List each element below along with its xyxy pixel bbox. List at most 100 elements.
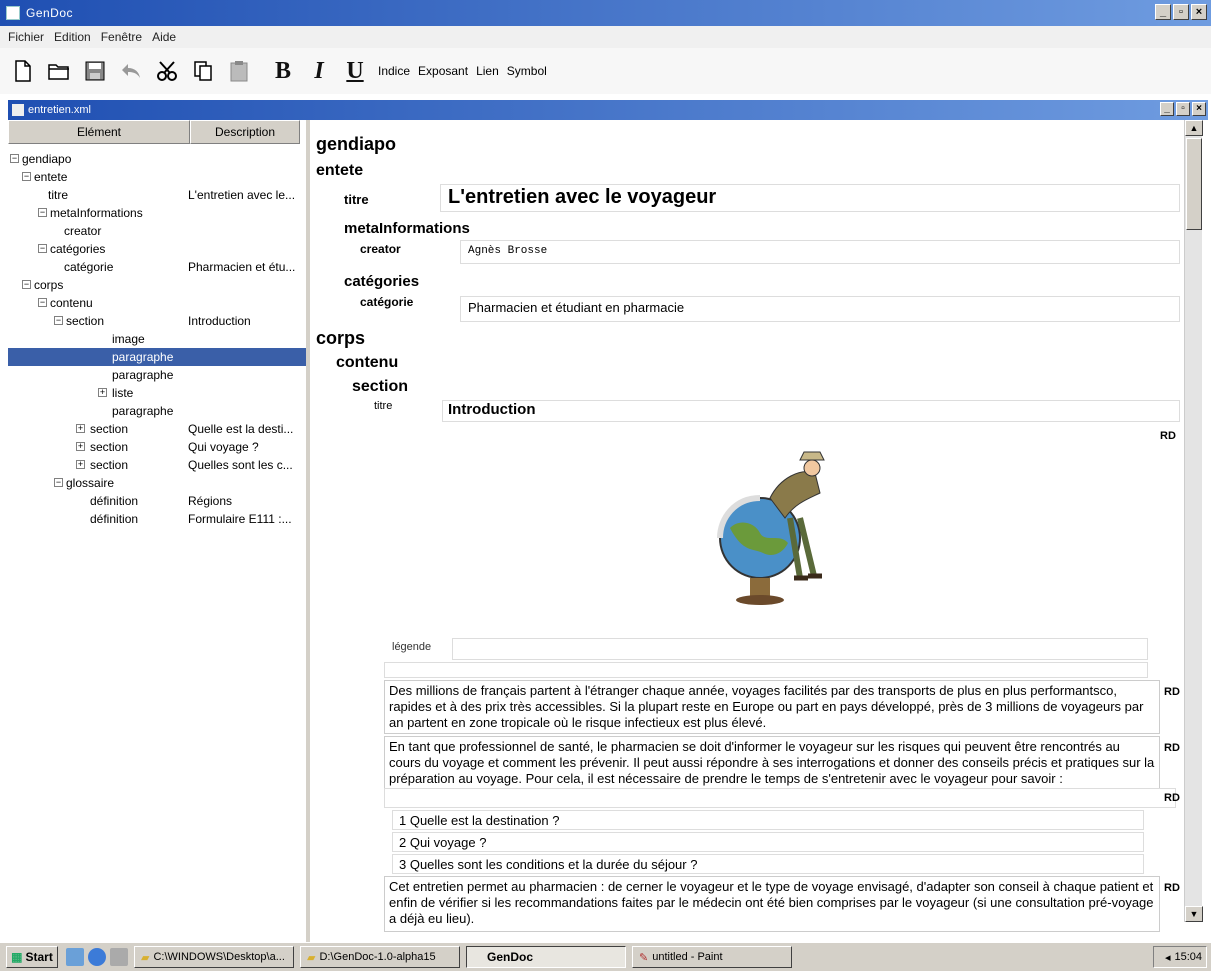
symbol-button[interactable]: Symbol [507, 64, 547, 78]
tree-row[interactable]: − corps [8, 276, 306, 294]
underline-button[interactable]: U [342, 58, 368, 84]
tree-row[interactable]: − contenu [8, 294, 306, 312]
categories-label: catégories [344, 273, 420, 290]
section-titre-value: Introduction [448, 401, 536, 418]
tree-row[interactable]: définition Régions [8, 492, 306, 510]
categorie-value: Pharmacien et étudiant en pharmacie [468, 300, 685, 315]
collapse-toggle[interactable]: − [38, 298, 47, 307]
indice-button[interactable]: Indice [378, 64, 410, 78]
scroll-thumb[interactable] [1186, 138, 1202, 230]
traveler-globe-image[interactable] [700, 438, 840, 608]
quicklaunch-desktop-icon[interactable] [66, 948, 84, 966]
scroll-down-arrow[interactable]: ▼ [1185, 906, 1203, 922]
collapse-toggle[interactable]: − [54, 478, 63, 487]
copy-icon[interactable] [190, 58, 216, 84]
minimize-button[interactable]: _ [1155, 4, 1171, 20]
section-heading: section [352, 378, 409, 395]
paragraph-3[interactable]: Cet entretien permet au pharmacien : de … [384, 876, 1160, 932]
collapse-toggle[interactable]: − [10, 154, 19, 163]
paste-icon[interactable] [226, 58, 252, 84]
undo-icon[interactable] [118, 58, 144, 84]
creator-value: Agnès Brosse [468, 245, 548, 257]
tree-row[interactable]: − catégories [8, 240, 306, 258]
tree-row[interactable]: image [8, 330, 306, 348]
maximize-button[interactable]: ▫ [1173, 4, 1189, 20]
collapse-toggle[interactable]: − [38, 244, 47, 253]
clock[interactable]: 15:04 [1174, 951, 1202, 963]
save-icon[interactable] [82, 58, 108, 84]
task-button-gendoc[interactable]: GenDoc [466, 946, 626, 968]
scroll-up-arrow[interactable]: ▲ [1185, 120, 1203, 136]
expand-toggle[interactable]: + [98, 388, 107, 397]
legende-field[interactable] [452, 638, 1148, 660]
tree-row[interactable]: − entete [8, 168, 306, 186]
tree-row[interactable]: + section Quelles sont les c... [8, 456, 306, 474]
italic-button[interactable]: I [306, 58, 332, 84]
menu-fenetre[interactable]: Fenêtre [101, 30, 142, 44]
vertical-scrollbar[interactable]: ▲ ▼ [1184, 120, 1203, 922]
windows-logo-icon: ▦ [11, 950, 23, 964]
tree-row[interactable]: + liste [8, 384, 306, 402]
titre-value: L'entretien avec le voyageur [448, 186, 717, 208]
liste-field[interactable] [384, 788, 1176, 808]
creator-label: creator [360, 242, 401, 256]
quicklaunch-browser-icon[interactable] [88, 948, 106, 966]
lien-button[interactable]: Lien [476, 64, 499, 78]
tree-row[interactable]: − metaInformations [8, 204, 306, 222]
close-button[interactable]: × [1191, 4, 1207, 20]
tree-row[interactable]: − section Introduction [8, 312, 306, 330]
rd-marker: RD [1164, 742, 1180, 754]
expand-toggle[interactable]: + [76, 460, 85, 469]
empty-field[interactable] [384, 662, 1148, 678]
tree-row[interactable]: + section Qui voyage ? [8, 438, 306, 456]
tree-row[interactable]: creator [8, 222, 306, 240]
tree-row[interactable]: définition Formulaire E111 :... [8, 510, 306, 528]
tree-row[interactable]: − glossaire [8, 474, 306, 492]
document-window-controls: _ ▫ × [1160, 102, 1206, 116]
open-folder-icon[interactable] [46, 58, 72, 84]
new-file-icon[interactable] [10, 58, 36, 84]
cut-icon[interactable] [154, 58, 180, 84]
task-button-desktop[interactable]: ▰ C:\WINDOWS\Desktop\a... [134, 946, 294, 968]
tree-label: paragraphe [110, 348, 176, 366]
document-minimize-button[interactable]: _ [1160, 102, 1174, 116]
list-item[interactable]: 1 Quelle est la destination ? [392, 810, 1144, 830]
creator-field[interactable] [460, 240, 1180, 264]
tree-row[interactable]: paragraphe [8, 366, 306, 384]
menu-aide[interactable]: Aide [152, 30, 176, 44]
document-maximize-button[interactable]: ▫ [1176, 102, 1190, 116]
bold-button[interactable]: B [270, 58, 296, 84]
document-close-button[interactable]: × [1192, 102, 1206, 116]
exposant-button[interactable]: Exposant [418, 64, 468, 78]
tree-row[interactable]: titre L'entretien avec le... [8, 186, 306, 204]
task-button-gendoc-folder[interactable]: ▰ D:\GenDoc-1.0-alpha15 [300, 946, 460, 968]
collapse-toggle[interactable]: − [22, 280, 31, 289]
tree-row[interactable]: catégorie Pharmacien et étu... [8, 258, 306, 276]
collapse-toggle[interactable]: − [54, 316, 63, 325]
tree-row[interactable]: paragraphe [8, 402, 306, 420]
section-titre-field[interactable] [442, 400, 1180, 422]
quicklaunch-outlook-icon[interactable] [110, 948, 128, 966]
collapse-toggle[interactable]: − [38, 208, 47, 217]
contenu-heading: contenu [336, 354, 399, 371]
element-column-header[interactable]: Elément [8, 120, 190, 144]
speaker-icon[interactable]: ◂ [1165, 951, 1171, 964]
menu-edition[interactable]: Edition [54, 30, 91, 44]
start-button[interactable]: ▦ Start [6, 946, 58, 968]
task-button-paint[interactable]: ✎ untitled - Paint [632, 946, 792, 968]
paragraph-1[interactable]: Des millions de français partent à l'étr… [384, 680, 1160, 734]
tree-desc: L'entretien avec le... [188, 188, 296, 202]
tree-row[interactable]: − gendiapo [8, 150, 306, 168]
tree-label: corps [34, 278, 64, 292]
tree-row[interactable]: + section Quelle est la desti... [8, 420, 306, 438]
collapse-toggle[interactable]: − [22, 172, 31, 181]
tree-desc: Pharmacien et étu... [188, 260, 296, 274]
tree-row-selected[interactable]: paragraphe [8, 348, 306, 366]
expand-toggle[interactable]: + [76, 424, 85, 433]
list-item[interactable]: 2 Qui voyage ? [392, 832, 1144, 852]
list-item[interactable]: 3 Quelles sont les conditions et la duré… [392, 854, 1144, 874]
expand-toggle[interactable]: + [76, 442, 85, 451]
app-titlebar: GenDoc _ ▫ × [0, 0, 1211, 26]
description-column-header[interactable]: Description [190, 120, 300, 144]
menu-fichier[interactable]: Fichier [8, 30, 44, 44]
